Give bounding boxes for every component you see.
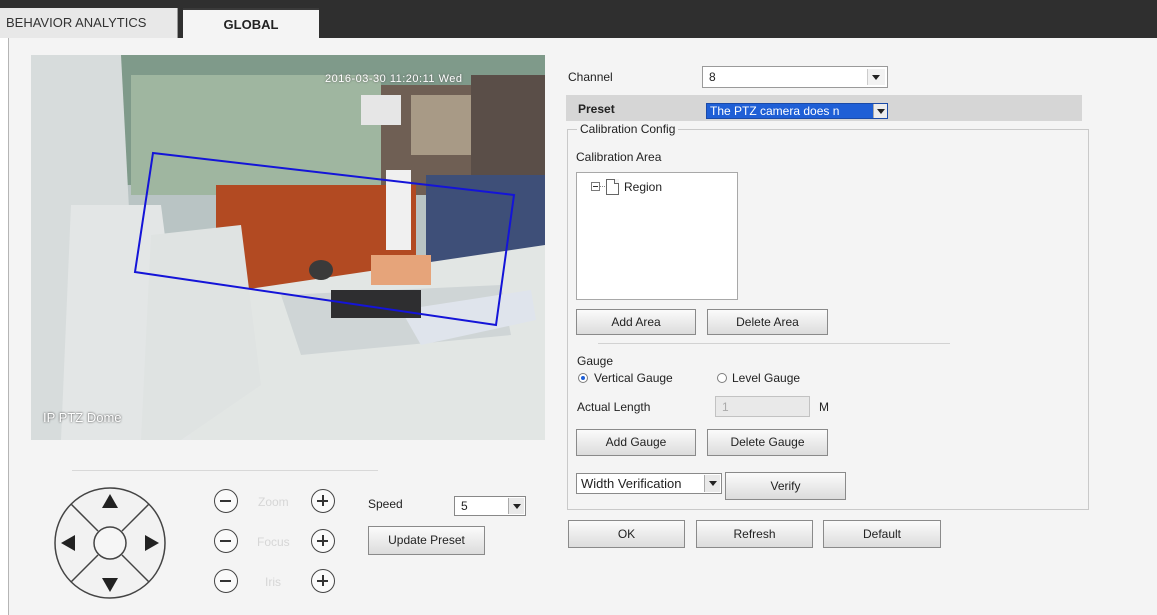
verification-mode-select[interactable]: Width Verification <box>576 473 722 494</box>
update-preset-button[interactable]: Update Preset <box>368 526 485 555</box>
focus-out-button[interactable] <box>214 529 238 553</box>
calibration-config-legend: Calibration Config <box>577 122 679 136</box>
calibration-area-label: Calibration Area <box>576 150 662 164</box>
channel-select[interactable]: 8 <box>702 66 888 88</box>
vertical-gauge-label: Vertical Gauge <box>594 371 673 385</box>
chevron-down-icon <box>867 69 885 85</box>
video-preview[interactable]: 2016-03-30 11:20:11 Wed IP PTZ Dome <box>31 55 545 440</box>
add-gauge-button[interactable]: Add Gauge <box>576 429 696 456</box>
tree-connector <box>600 186 605 187</box>
iris-open-button[interactable] <box>311 569 335 593</box>
ptz-direction-pad <box>53 486 167 600</box>
chevron-down-icon <box>508 498 524 514</box>
video-camera-label: IP PTZ Dome <box>43 410 122 425</box>
pan-down-arrow-icon[interactable] <box>98 572 122 596</box>
pan-right-arrow-icon[interactable] <box>139 531 163 555</box>
level-gauge-radio[interactable] <box>717 373 727 383</box>
ok-button[interactable]: OK <box>568 520 685 548</box>
page: BEHAVIOR ANALYTICS GLOBAL 2016-03-30 11:… <box>0 0 1157 615</box>
pan-left-arrow-icon[interactable] <box>57 531 81 555</box>
add-area-button[interactable]: Add Area <box>576 309 696 335</box>
ptz-divider <box>72 470 378 471</box>
video-timestamp: 2016-03-30 11:20:11 Wed <box>325 73 463 85</box>
calibration-area-tree: Region <box>576 172 738 300</box>
speed-select[interactable]: 5 <box>454 496 526 516</box>
preset-select[interactable]: The PTZ camera does n <box>706 103 888 119</box>
actual-length-input[interactable]: 1 <box>715 396 810 417</box>
focus-label: Focus <box>257 535 290 549</box>
video-scene <box>31 55 545 440</box>
actual-length-label: Actual Length <box>577 400 651 414</box>
pan-up-arrow-icon[interactable] <box>98 490 122 514</box>
document-icon <box>606 179 619 195</box>
preset-value: The PTZ camera does n <box>710 104 840 118</box>
collapse-icon[interactable] <box>591 182 600 191</box>
preset-label: Preset <box>578 102 615 116</box>
tree-item-region[interactable]: Region <box>624 180 662 194</box>
vertical-gauge-radio[interactable] <box>578 373 588 383</box>
zoom-label: Zoom <box>258 495 289 509</box>
channel-label: Channel <box>568 70 613 84</box>
iris-label: Iris <box>265 575 281 589</box>
delete-gauge-button[interactable]: Delete Gauge <box>707 429 828 456</box>
zoom-out-button[interactable] <box>214 489 238 513</box>
zoom-in-button[interactable] <box>311 489 335 513</box>
tab-behavior-analytics[interactable]: BEHAVIOR ANALYTICS <box>0 8 178 38</box>
speed-value: 5 <box>461 499 468 513</box>
focus-in-button[interactable] <box>311 529 335 553</box>
chevron-down-icon <box>704 475 720 492</box>
tab-global[interactable]: GLOBAL <box>183 8 319 40</box>
speed-label: Speed <box>368 497 403 511</box>
unit-label: M <box>819 400 829 414</box>
tab-bar: BEHAVIOR ANALYTICS GLOBAL <box>0 0 1157 40</box>
iris-close-button[interactable] <box>214 569 238 593</box>
verification-mode-value: Width Verification <box>581 476 682 491</box>
level-gauge-label: Level Gauge <box>732 371 801 385</box>
section-divider <box>598 343 950 344</box>
default-button[interactable]: Default <box>823 520 941 548</box>
gauge-label: Gauge <box>577 354 614 368</box>
channel-value: 8 <box>709 70 716 84</box>
refresh-button[interactable]: Refresh <box>696 520 813 548</box>
chevron-down-icon <box>873 104 887 118</box>
delete-area-button[interactable]: Delete Area <box>707 309 828 335</box>
verify-button[interactable]: Verify <box>725 472 846 500</box>
